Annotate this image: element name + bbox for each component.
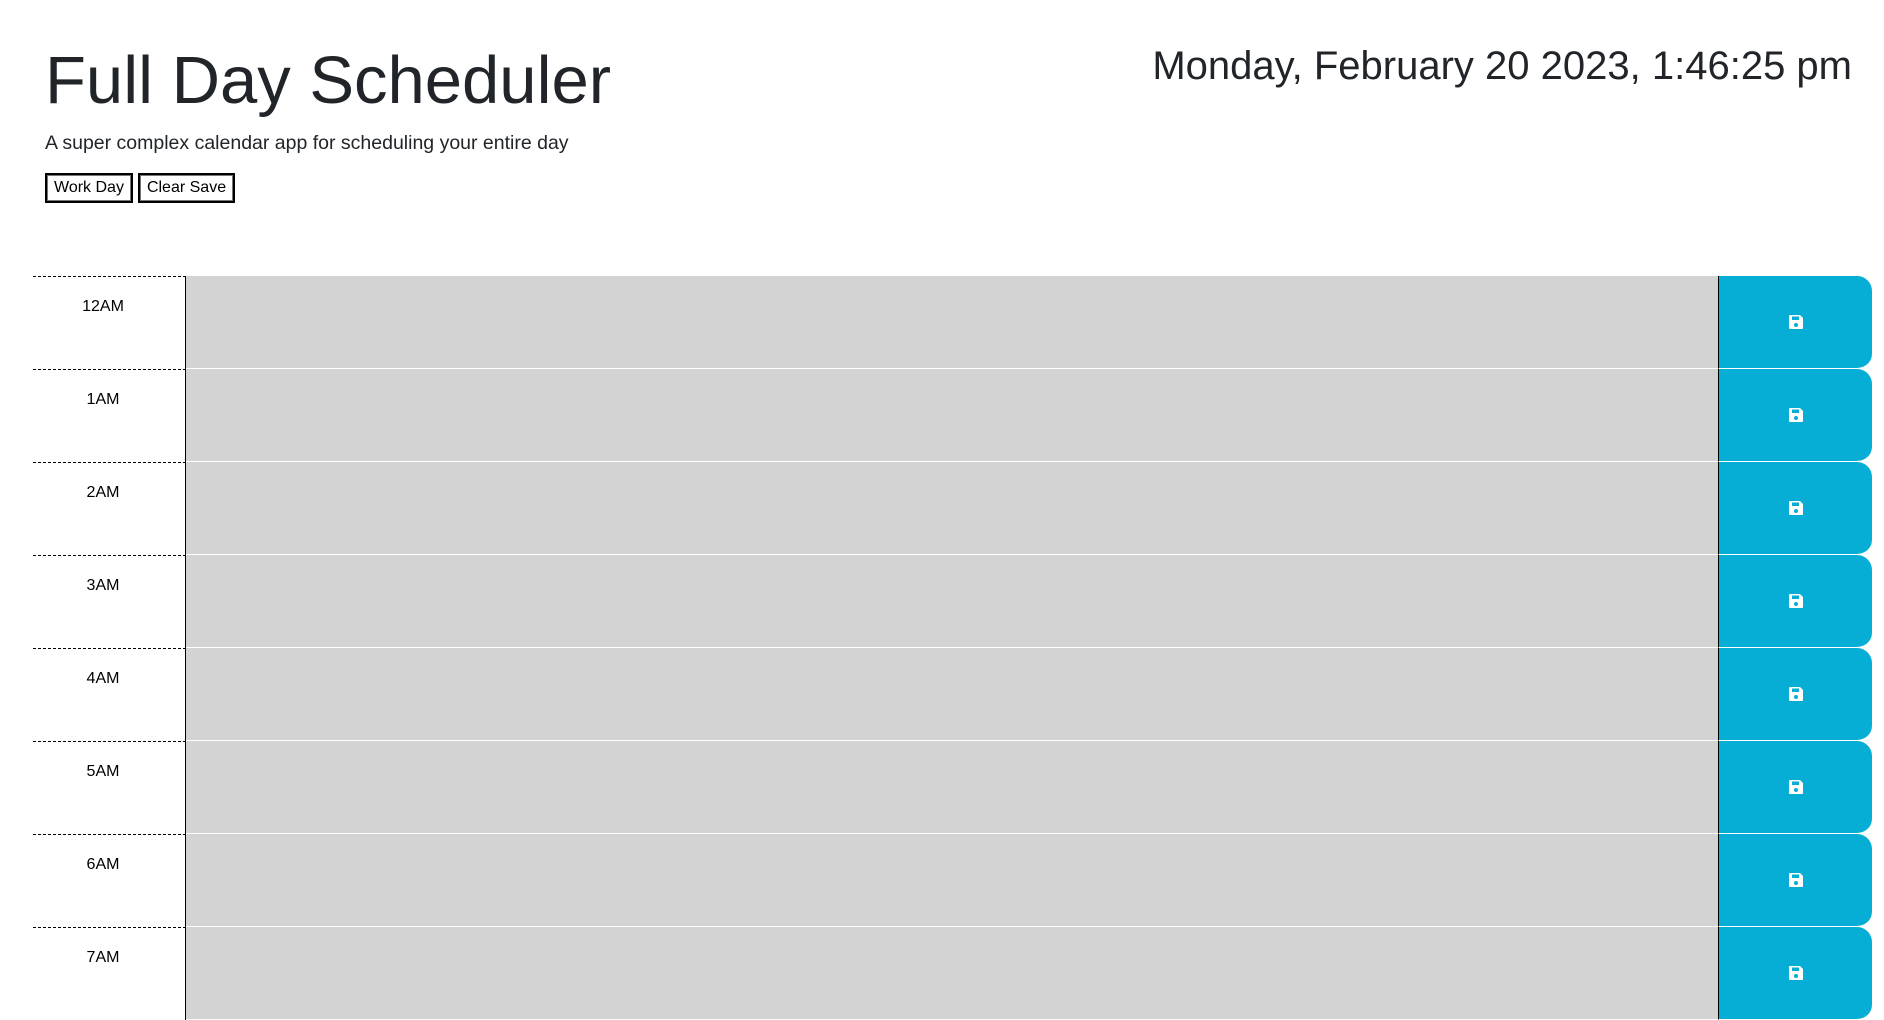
floppy-disk-icon bbox=[1788, 686, 1804, 702]
floppy-disk-icon bbox=[1788, 314, 1804, 330]
schedule-container: 12AM 1AM 2AM 3AM 4AM 5AM 6AM 7AM bbox=[33, 276, 1872, 1020]
hour-label: 2AM bbox=[33, 462, 186, 555]
save-button[interactable] bbox=[1718, 927, 1872, 1020]
current-datetime: Monday, February 20 2023, 1:46:25 pm bbox=[1152, 44, 1852, 88]
event-description-input[interactable] bbox=[186, 276, 1718, 369]
floppy-disk-icon bbox=[1788, 872, 1804, 888]
event-description-input[interactable] bbox=[186, 741, 1718, 834]
save-button[interactable] bbox=[1718, 555, 1872, 648]
time-block-row: 4AM bbox=[33, 648, 1872, 741]
hour-label: 5AM bbox=[33, 741, 186, 834]
page-header: Full Day Scheduler A super complex calen… bbox=[0, 0, 1884, 229]
time-block-row: 5AM bbox=[33, 741, 1872, 834]
work-day-button[interactable]: Work Day bbox=[45, 173, 133, 203]
header-button-row: Work Day Clear Save bbox=[45, 173, 236, 203]
save-button[interactable] bbox=[1718, 276, 1872, 369]
floppy-disk-icon bbox=[1788, 407, 1804, 423]
save-button[interactable] bbox=[1718, 834, 1872, 927]
save-button[interactable] bbox=[1718, 462, 1872, 555]
hour-label: 7AM bbox=[33, 927, 186, 1020]
event-description-input[interactable] bbox=[186, 927, 1718, 1020]
event-description-input[interactable] bbox=[186, 555, 1718, 648]
time-block-row: 7AM bbox=[33, 927, 1872, 1020]
event-description-input[interactable] bbox=[186, 369, 1718, 462]
floppy-disk-icon bbox=[1788, 500, 1804, 516]
time-block-row: 12AM bbox=[33, 276, 1872, 369]
time-block-row: 2AM bbox=[33, 462, 1872, 555]
event-description-input[interactable] bbox=[186, 834, 1718, 927]
save-button[interactable] bbox=[1718, 741, 1872, 834]
save-button[interactable] bbox=[1718, 648, 1872, 741]
event-description-input[interactable] bbox=[186, 462, 1718, 555]
hour-label: 3AM bbox=[33, 555, 186, 648]
time-block-row: 1AM bbox=[33, 369, 1872, 462]
save-button[interactable] bbox=[1718, 369, 1872, 462]
hour-label: 1AM bbox=[33, 369, 186, 462]
floppy-disk-icon bbox=[1788, 593, 1804, 609]
time-block-row: 6AM bbox=[33, 834, 1872, 927]
floppy-disk-icon bbox=[1788, 779, 1804, 795]
page-title: Full Day Scheduler bbox=[45, 43, 612, 118]
time-block-row: 3AM bbox=[33, 555, 1872, 648]
clear-save-button[interactable]: Clear Save bbox=[137, 173, 236, 203]
hour-label: 12AM bbox=[33, 276, 186, 369]
floppy-disk-icon bbox=[1788, 965, 1804, 981]
event-description-input[interactable] bbox=[186, 648, 1718, 741]
page-subtitle: A super complex calendar app for schedul… bbox=[45, 132, 569, 154]
hour-label: 6AM bbox=[33, 834, 186, 927]
hour-label: 4AM bbox=[33, 648, 186, 741]
